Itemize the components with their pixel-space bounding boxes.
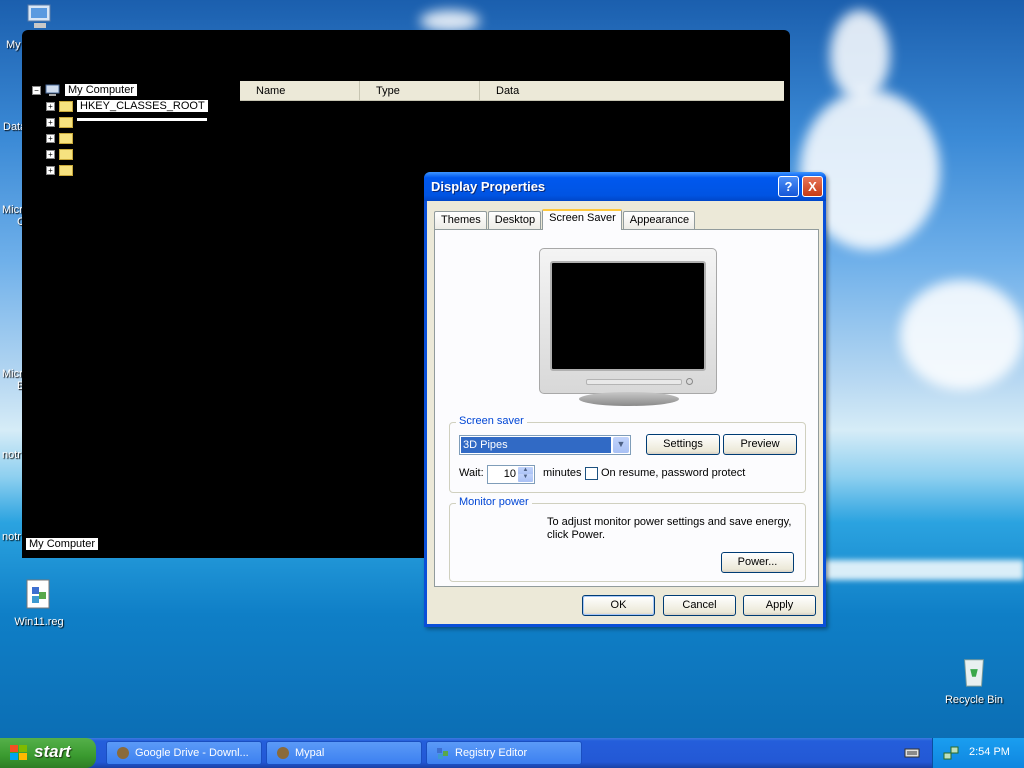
screen-saver-select[interactable]: 3D Pipes ▼: [459, 435, 631, 455]
energy-icon: [450, 504, 451, 505]
my-computer-label: My: [6, 39, 21, 51]
screen-saver-group-label: Screen saver: [456, 415, 527, 427]
wait-stepper[interactable]: 10 ▲ ▼: [487, 465, 535, 484]
close-button[interactable]: X: [802, 176, 823, 197]
wallpaper-cloud: [830, 10, 890, 100]
recycle-bin-icon: [964, 659, 984, 687]
mypal-browser-icon: [117, 747, 129, 759]
display-properties-dialog[interactable]: Display Properties ? X Themes Desktop Sc…: [424, 172, 826, 627]
tree-label-hkcr: HKEY_CLASSES_ROOT: [77, 100, 208, 112]
screen-saver-selected: 3D Pipes: [461, 437, 611, 453]
dialog-titlebar[interactable]: Display Properties ? X: [424, 172, 826, 201]
expand-icon[interactable]: +: [46, 165, 55, 175]
monitor-power-group-label: Monitor power: [456, 496, 532, 508]
taskbar-item-mypal[interactable]: Mypal: [266, 741, 422, 765]
tab-themes[interactable]: Themes: [434, 211, 487, 230]
windows-logo-icon: [10, 745, 27, 760]
wallpaper-foam: [820, 560, 1024, 580]
folder-icon: [59, 132, 73, 144]
tab-strip: Themes Desktop Screen Saver Appearance: [434, 209, 696, 230]
minutes-label: minutes: [543, 467, 582, 479]
column-data[interactable]: Data: [480, 81, 784, 100]
tree-item-hkcr[interactable]: + HKEY_CLASSES_ROOT: [32, 98, 222, 114]
status-bar: My Computer: [26, 538, 99, 550]
start-button[interactable]: start: [0, 738, 96, 768]
registry-file-icon: [26, 579, 50, 609]
settings-button[interactable]: Settings: [646, 434, 720, 455]
win11-reg-desktop-icon[interactable]: Win11.reg: [1, 578, 77, 628]
screen-saver-panel: Screen saver 3D Pipes ▼ Settings Preview…: [434, 229, 819, 587]
keyboard-icon[interactable]: [904, 747, 920, 759]
tree-item-hkcc[interactable]: +: [32, 162, 222, 178]
computer-icon: [45, 84, 60, 96]
preview-button[interactable]: Preview: [723, 434, 797, 455]
registry-values-header: Name Type Data: [240, 81, 784, 101]
cancel-button[interactable]: Cancel: [663, 595, 736, 616]
password-protect-checkbox[interactable]: [585, 467, 598, 480]
recycle-bin-label: Recycle Bin: [944, 694, 1004, 706]
spin-down-icon[interactable]: ▼: [518, 474, 533, 482]
power-button[interactable]: Power...: [721, 552, 794, 573]
taskbar-item-label: Google Drive - Downl...: [135, 747, 249, 759]
folder-icon: [59, 164, 73, 176]
tree-item-hkcu[interactable]: +: [32, 114, 222, 130]
registry-editor-icon: [437, 748, 448, 759]
registry-tree[interactable]: − My Computer + HKEY_CLASSES_ROOT + + + …: [32, 82, 222, 178]
wait-label: Wait:: [459, 467, 484, 479]
monitor-power-icon: [686, 378, 693, 385]
expand-icon[interactable]: +: [46, 133, 55, 143]
monitor-power-description: To adjust monitor power settings and sav…: [547, 516, 792, 541]
collapse-icon[interactable]: −: [32, 85, 41, 95]
folder-icon: [59, 148, 73, 160]
clock[interactable]: 2:54 PM: [969, 746, 1010, 758]
monitor-bezel: [539, 248, 717, 394]
recycle-bin-desktop-icon[interactable]: Recycle Bin: [936, 656, 1012, 706]
column-type[interactable]: Type: [360, 81, 480, 100]
taskbar-item-label: Registry Editor: [455, 747, 528, 759]
tab-screen-saver[interactable]: Screen Saver: [542, 209, 622, 230]
wait-spin-buttons[interactable]: ▲ ▼: [518, 467, 533, 482]
system-tray: 2:54 PM: [932, 738, 1024, 768]
tab-desktop[interactable]: Desktop: [487, 211, 542, 230]
network-icon[interactable]: [943, 745, 959, 761]
expand-icon[interactable]: +: [46, 101, 55, 111]
win11-reg-label: Win11.reg: [14, 616, 64, 628]
taskbar-item-label: Mypal: [295, 747, 325, 759]
chevron-down-icon[interactable]: ▼: [613, 437, 629, 453]
password-protect-label[interactable]: On resume, password protect: [601, 467, 745, 479]
ok-button[interactable]: OK: [582, 595, 655, 616]
tree-item-my-computer[interactable]: − My Computer: [32, 82, 222, 98]
taskbar-item-registry-editor[interactable]: Registry Editor: [426, 741, 582, 765]
dialog-title: Display Properties: [431, 179, 546, 194]
expand-icon[interactable]: +: [46, 117, 55, 127]
help-button[interactable]: ?: [778, 176, 799, 197]
tree-item-hku[interactable]: +: [32, 146, 222, 162]
monitor-slot: [586, 379, 682, 385]
folder-icon: [59, 100, 73, 112]
taskbar: start Google Drive - Downl... Mypal Regi…: [0, 738, 1024, 768]
notr-icon-label: notr: [2, 449, 21, 461]
dialog-client: Themes Desktop Screen Saver Appearance S…: [427, 201, 823, 624]
wait-value: 10: [503, 468, 516, 480]
taskbar-item-google-drive[interactable]: Google Drive - Downl...: [106, 741, 262, 765]
monitor-preview: [539, 248, 717, 406]
mypal-browser-icon: [277, 747, 289, 759]
start-label: start: [34, 742, 71, 761]
folder-icon: [59, 116, 73, 128]
wallpaper-cloud: [900, 280, 1024, 390]
monitor-screen: [550, 261, 706, 371]
tree-label-my-computer: My Computer: [65, 84, 138, 96]
expand-icon[interactable]: +: [46, 149, 55, 159]
tree-item-hklm[interactable]: +: [32, 130, 222, 146]
monitor-power-group: Monitor power To adjust monitor power se…: [449, 496, 806, 582]
tree-label-garbled: [77, 117, 207, 121]
screen-saver-group: Screen saver 3D Pipes ▼ Settings Preview…: [449, 415, 806, 493]
wallpaper-cloud: [420, 10, 480, 32]
apply-button[interactable]: Apply: [743, 595, 816, 616]
monitor-stand: [579, 392, 679, 406]
notr-icon-label-2: notr: [2, 531, 21, 543]
column-name[interactable]: Name: [240, 81, 360, 100]
tab-appearance[interactable]: Appearance: [622, 211, 696, 230]
